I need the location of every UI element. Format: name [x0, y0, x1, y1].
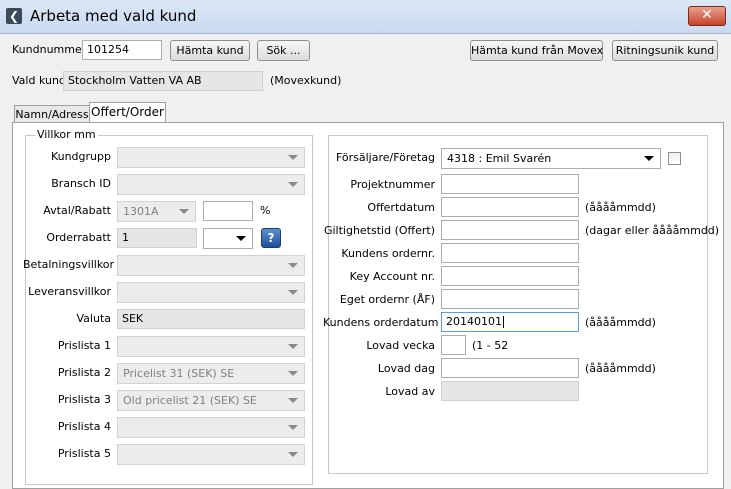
kundens-orderdatum-input[interactable]: 20140101: [441, 312, 579, 332]
hamta-kund-button[interactable]: Hämta kund: [170, 40, 250, 61]
kundens-orderdatum-label: Kundens orderdatum: [323, 316, 439, 329]
offertdatum-input[interactable]: [441, 197, 579, 217]
chevron-down-icon: [179, 209, 189, 214]
tab-panel: Villkor mm Kundgrupp Bransch ID Avtal/Ra…: [12, 122, 724, 489]
eget-ordernr-label: Eget ordernr (ÅF): [339, 293, 435, 306]
lovad-dag-label: Lovad dag: [377, 362, 435, 375]
kundgrupp-select[interactable]: [117, 147, 305, 168]
offertdatum-label: Offertdatum: [367, 201, 435, 214]
rabatt-unit: %: [260, 204, 271, 217]
orderrabatt-label: Orderrabatt: [46, 231, 111, 244]
key-account-input[interactable]: [441, 266, 579, 286]
lovad-vecka-input[interactable]: [441, 335, 466, 355]
eget-ordernr-input[interactable]: [441, 289, 579, 309]
chevron-down-icon: [288, 263, 298, 268]
forsaljare-checkbox[interactable]: [668, 152, 681, 165]
villkor-group-label: Villkor mm: [35, 128, 98, 141]
kundens-ordernr-label: Kundens ordernr.: [341, 247, 435, 260]
chevron-down-icon: [288, 290, 298, 295]
leverans-select[interactable]: [117, 282, 305, 303]
close-icon: ✕: [701, 7, 713, 23]
valuta-field: SEK: [117, 309, 305, 329]
lovad-dag-hint: (ååååmmdd): [585, 362, 656, 375]
bransch-label: Bransch ID: [51, 177, 111, 190]
forsaljare-select[interactable]: 4318 : Emil Svarén: [441, 148, 661, 169]
prislista2-label: Prislista 2: [57, 366, 111, 379]
chevron-down-icon: [288, 344, 298, 349]
chevron-down-icon: [288, 452, 298, 457]
orderrabatt-field: 1: [117, 228, 197, 248]
prislista4-label: Prislista 4: [57, 420, 111, 433]
lovad-dag-input[interactable]: [441, 358, 579, 378]
prislista5-select[interactable]: [117, 444, 305, 465]
chevron-down-icon: [288, 425, 298, 430]
orderrabatt-select[interactable]: [203, 228, 253, 249]
kundnummer-input[interactable]: 101254: [82, 40, 162, 60]
close-button[interactable]: ✕: [688, 6, 726, 26]
window-title: Arbeta med vald kund: [30, 7, 197, 25]
lovad-vecka-hint: (1 - 52: [472, 339, 509, 352]
avtal-label: Avtal/Rabatt: [43, 204, 111, 217]
offertdatum-hint: (ååååmmdd): [585, 201, 656, 214]
hamta-movex-button[interactable]: Hämta kund från Movex: [470, 40, 603, 61]
kundgrupp-label: Kundgrupp: [50, 150, 111, 163]
projektnummer-label: Projektnummer: [350, 178, 435, 191]
vald-kund-field: Stockholm Vatten VA AB: [63, 71, 263, 91]
key-account-label: Key Account nr.: [349, 270, 435, 283]
lovad-av-label: Lovad av: [385, 385, 435, 398]
sok-button[interactable]: Sök ...: [257, 40, 310, 61]
prislista4-select[interactable]: [117, 417, 305, 438]
chevron-down-icon: [288, 155, 298, 160]
chevron-down-icon: [288, 398, 298, 403]
kundnummer-label: Kundnummer: [12, 43, 87, 56]
prislista3-label: Prislista 3: [57, 393, 111, 406]
giltighetstid-label: Giltighetstid (Offert): [323, 224, 435, 237]
chevron-down-icon: [644, 156, 654, 161]
kundens-orderdatum-hint: (ååååmmdd): [585, 316, 656, 329]
lovad-av-field: [441, 381, 579, 401]
prislista2-select[interactable]: Pricelist 31 (SEK) SE: [117, 363, 305, 384]
text-caret: [503, 316, 504, 328]
prislista3-select[interactable]: Old pricelist 21 (SEK) SE: [117, 390, 305, 411]
avtal-select[interactable]: 1301A: [117, 201, 196, 222]
valuta-label: Valuta: [76, 312, 112, 325]
kundens-ordernr-input[interactable]: [441, 243, 579, 263]
rabatt-input[interactable]: [203, 201, 253, 221]
help-icon[interactable]: ?: [261, 228, 281, 248]
betalning-select[interactable]: [117, 255, 305, 276]
chevron-down-icon: [288, 371, 298, 376]
prislista1-select[interactable]: [117, 336, 305, 357]
giltighetstid-hint: (dagar eller ååååmmdd): [585, 224, 720, 237]
back-arrow-icon[interactable]: ❮: [6, 8, 22, 24]
chevron-down-icon: [288, 182, 298, 187]
vald-kund-note: (Movexkund): [270, 74, 342, 87]
prislista5-label: Prislista 5: [57, 447, 111, 460]
title-bar: ❮ Arbeta med vald kund ✕: [0, 0, 731, 34]
forsaljare-label: Försäljare/Företag: [335, 151, 435, 164]
ritningsunik-button[interactable]: Ritningsunik kund: [612, 40, 718, 61]
leverans-label: Leveransvillkor: [28, 285, 111, 298]
giltighetstid-input[interactable]: [441, 220, 579, 240]
prislista1-label: Prislista 1: [57, 339, 111, 352]
chevron-down-icon: [236, 236, 246, 241]
bransch-select[interactable]: [117, 174, 305, 195]
projektnummer-input[interactable]: [441, 174, 579, 194]
dialog-body: Kundnummer 101254 Hämta kund Sök ... Häm…: [0, 35, 731, 489]
betalning-label: Betalningsvillkor: [23, 258, 115, 271]
lovad-vecka-label: Lovad vecka: [366, 339, 435, 352]
vald-kund-label: Vald kund: [12, 74, 66, 87]
